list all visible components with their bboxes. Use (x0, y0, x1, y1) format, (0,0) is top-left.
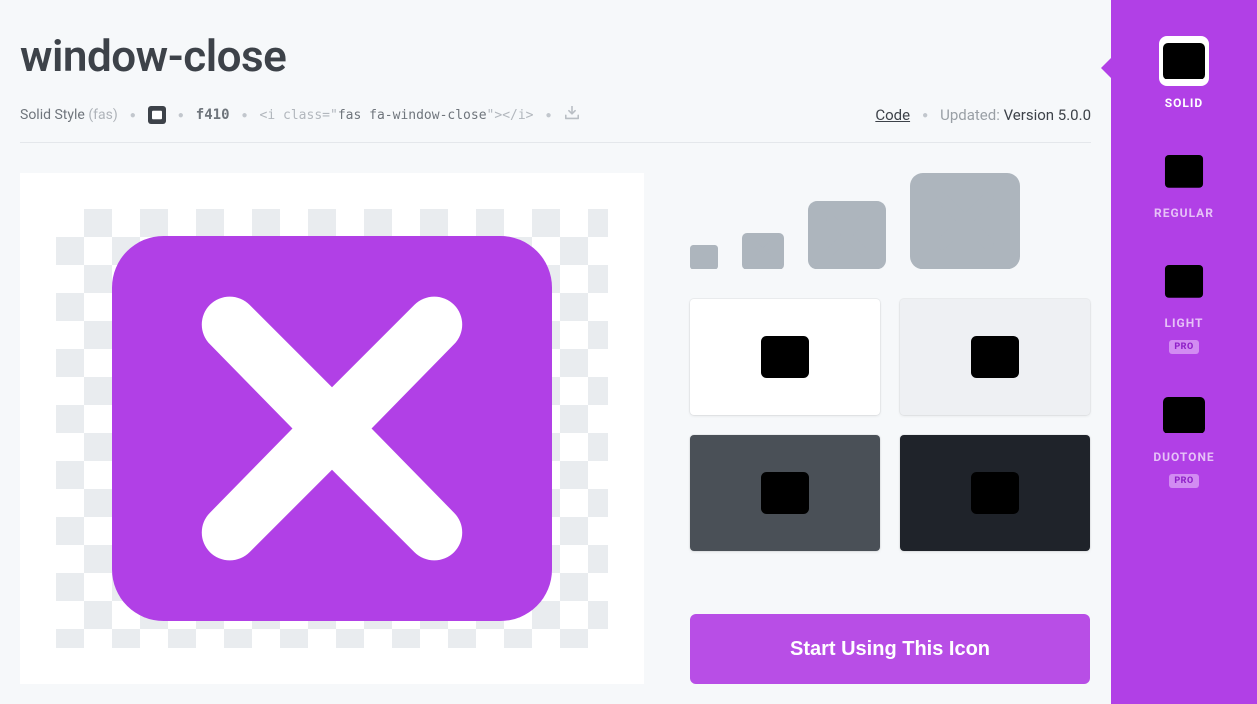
style-option-solid[interactable]: SOLID (1159, 36, 1209, 110)
separator: ● (922, 110, 928, 121)
start-using-button[interactable]: Start Using This Icon (690, 614, 1090, 684)
color-swatch-dark[interactable] (690, 435, 880, 551)
pro-badge: PRO (1169, 340, 1198, 354)
icon-preview (20, 173, 644, 684)
page-title: window-close (20, 30, 1091, 82)
separator: ● (178, 110, 184, 121)
style-option-duotone[interactable]: DUOTONE PRO (1153, 390, 1214, 488)
window-close-icon[interactable] (910, 173, 1020, 269)
style-option-light[interactable]: LIGHT PRO (1159, 256, 1209, 354)
separator: ● (546, 110, 552, 121)
style-label: Solid Style (fas) (20, 107, 118, 123)
style-label: DUOTONE (1153, 450, 1214, 464)
style-sidebar: SOLID REGULAR LIGHT PRO DUOTONE PRO (1111, 0, 1257, 704)
window-close-icon (1159, 256, 1209, 306)
color-swatch-white[interactable] (690, 299, 880, 415)
separator: ● (130, 110, 136, 121)
color-swatch-light[interactable] (900, 299, 1090, 415)
style-option-regular[interactable]: REGULAR (1154, 146, 1214, 220)
size-samples (690, 173, 1090, 269)
unicode-codepoint[interactable]: f410 (196, 107, 230, 123)
meta-row: Solid Style (fas) ● ● f410 ● <i class="f… (20, 106, 1091, 143)
separator: ● (242, 110, 248, 121)
code-link[interactable]: Code (875, 106, 910, 124)
updated-label: Updated: Version 5.0.0 (940, 106, 1091, 124)
style-label: LIGHT (1165, 316, 1204, 330)
style-label: SOLID (1165, 96, 1203, 110)
window-close-icon[interactable] (808, 201, 886, 269)
window-close-icon (1159, 390, 1209, 440)
html-snippet[interactable]: <i class="fas fa-window-close"></i> (260, 108, 534, 123)
download-icon[interactable] (564, 106, 580, 124)
pro-badge: PRO (1169, 474, 1198, 488)
color-swatch-black[interactable] (900, 435, 1090, 551)
window-close-icon (1159, 146, 1209, 196)
window-close-icon (1159, 36, 1209, 86)
style-label: REGULAR (1154, 206, 1214, 220)
window-close-icon (112, 236, 552, 621)
window-close-icon (148, 106, 166, 124)
window-close-icon[interactable] (742, 233, 784, 270)
window-close-icon[interactable] (690, 245, 718, 270)
